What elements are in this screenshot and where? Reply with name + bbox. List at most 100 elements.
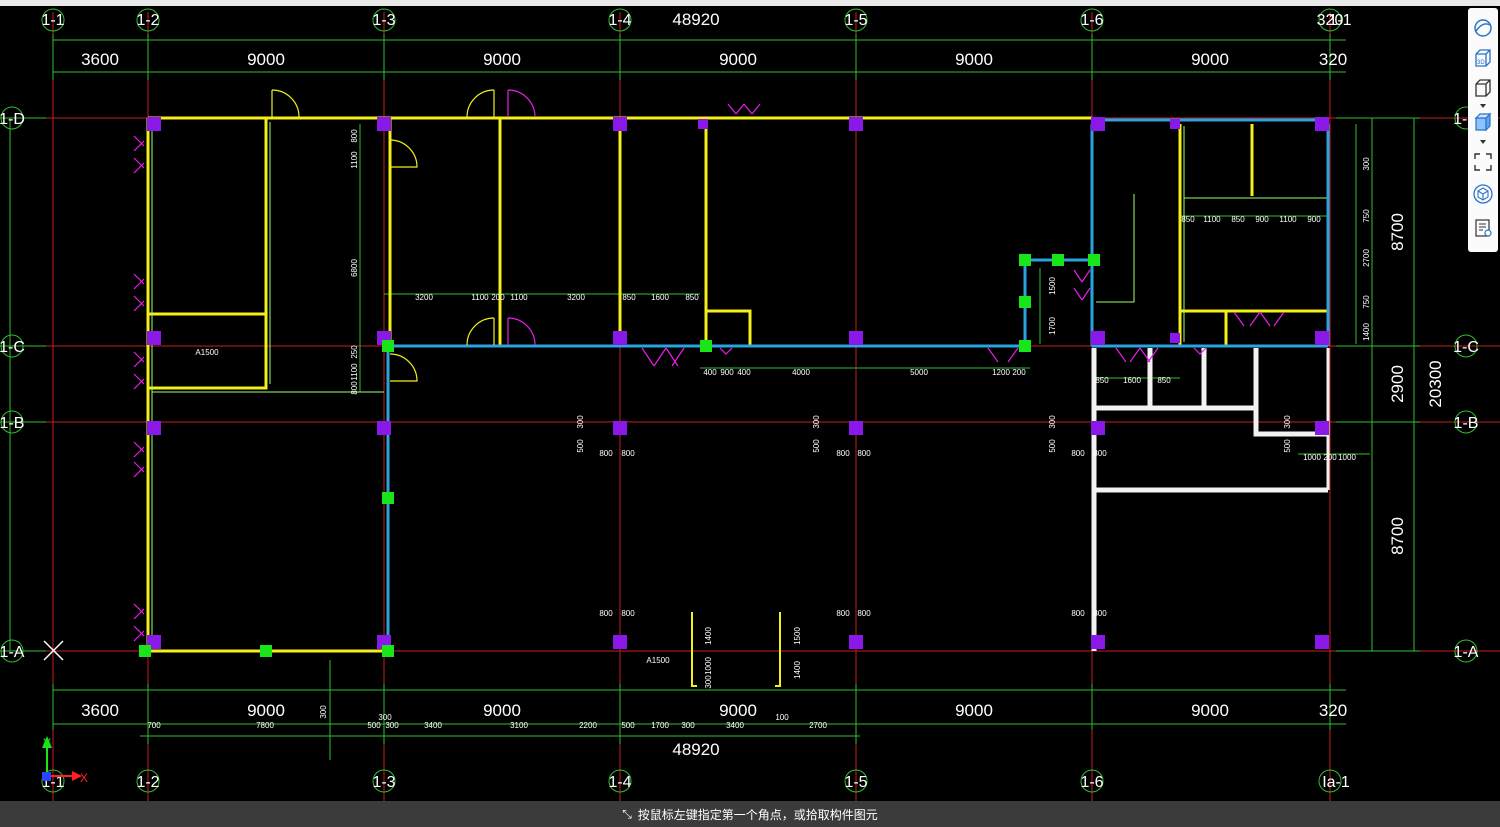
column-marker[interactable]	[1091, 331, 1105, 345]
column-marker[interactable]	[1315, 421, 1329, 435]
wall-node[interactable]	[139, 645, 151, 657]
3d-label: 3D	[1477, 60, 1485, 66]
wall-node[interactable]	[1088, 254, 1100, 266]
dim-text: 850	[685, 293, 699, 302]
axis-left-label: 1-D	[0, 111, 25, 128]
wall-node[interactable]	[260, 645, 272, 657]
column-marker[interactable]	[1315, 331, 1329, 345]
wall-node[interactable]	[700, 340, 712, 352]
cad-drawing-canvas[interactable]: 1-1 1-2 1-3 1-4 1-5 1-6 320 1-1 48920 36…	[0, 6, 1500, 801]
axis-bottom-label: 1-5	[844, 774, 867, 791]
3d-view-button[interactable]: 3D	[1471, 46, 1495, 70]
column-marker[interactable]	[377, 421, 391, 435]
dim-text: 200	[491, 293, 505, 302]
column-marker[interactable]	[613, 635, 627, 649]
dim-text: 2200	[579, 721, 597, 730]
dim-text: 850	[622, 293, 636, 302]
status-prompt-text: 按鼠标左键指定第一个角点，或拾取构件图元	[637, 807, 878, 822]
wall-node[interactable]	[1019, 254, 1031, 266]
chevron-down-icon[interactable]	[1480, 104, 1486, 108]
right-total: 20300	[1426, 360, 1445, 407]
column-marker[interactable]	[849, 331, 863, 345]
chevron-down-icon[interactable]	[1480, 140, 1486, 144]
dim-text: 800	[350, 381, 359, 395]
walls[interactable]	[146, 116, 1330, 687]
ucs-icon: Y X	[42, 736, 88, 785]
dim-text: 1000	[1303, 453, 1321, 462]
view-toolbar: 3D	[1468, 8, 1498, 252]
wall-node[interactable]	[1019, 296, 1031, 308]
axis-top-label: 1-4	[608, 12, 631, 29]
column-marker[interactable]	[1170, 333, 1180, 343]
dim-text: 800	[1093, 609, 1107, 618]
right-span: 2900	[1388, 365, 1407, 403]
column-marker[interactable]	[1091, 117, 1105, 131]
wall-node[interactable]	[1052, 254, 1064, 266]
column-marker[interactable]	[613, 331, 627, 345]
column-marker[interactable]	[849, 635, 863, 649]
properties-button[interactable]	[1471, 216, 1495, 240]
ucs-y-label: Y	[43, 736, 51, 750]
top-span: 9000	[955, 50, 993, 69]
dim-text: 4000	[792, 368, 810, 377]
dim-text: 300	[385, 721, 399, 730]
column-marker[interactable]	[1170, 119, 1180, 129]
dim-text: 800	[857, 449, 871, 458]
top-span: 9000	[719, 50, 757, 69]
column-marker[interactable]	[147, 117, 161, 131]
column-marker[interactable]	[1315, 635, 1329, 649]
column-marker[interactable]	[147, 331, 161, 345]
dim-text: 6800	[350, 259, 359, 277]
window-tag: A1500	[195, 348, 219, 357]
axis-top-label: 1-5	[844, 12, 867, 29]
dim-text: 1000	[1338, 453, 1356, 462]
doors[interactable]	[133, 89, 1285, 642]
column-marker[interactable]	[698, 119, 708, 129]
status-bar: ⤡ 按鼠标左键指定第一个角点，或拾取构件图元	[0, 801, 1500, 827]
top-span-labels: 3600 9000 9000 9000 9000 9000 320	[81, 50, 1347, 69]
bottom-axis-labels: 1-1 1-2 1-3 1-4 1-5 1-6 Ia-1	[41, 774, 1349, 791]
shaded-view-button[interactable]	[1471, 110, 1495, 134]
axis-top-label: 1-2	[136, 12, 159, 29]
dim-text: 900	[720, 368, 734, 377]
dim-text: 1100	[510, 293, 528, 302]
dim-text: 1700	[651, 721, 669, 730]
wall-node[interactable]	[382, 492, 394, 504]
bottom-span: 320	[1319, 701, 1347, 720]
bottom-span: 9000	[483, 701, 521, 720]
dim-text: 750	[1362, 209, 1371, 223]
dim-text: 1000	[704, 657, 713, 675]
column-marker[interactable]	[849, 117, 863, 131]
wall-node[interactable]	[382, 340, 394, 352]
cad-viewport[interactable]: 1-1 1-2 1-3 1-4 1-5 1-6 320 1-1 48920 36…	[0, 6, 1500, 801]
column-marker[interactable]	[147, 421, 161, 435]
dim-text: 500	[621, 721, 635, 730]
shaded-cube-icon	[1474, 112, 1492, 132]
column-marker[interactable]	[613, 421, 627, 435]
isolate-button[interactable]	[1471, 182, 1495, 206]
column-marker[interactable]	[1315, 117, 1329, 131]
wall-node[interactable]	[382, 645, 394, 657]
dim-text: 1700	[1048, 317, 1057, 335]
orbit-button[interactable]	[1471, 16, 1495, 40]
column-marker[interactable]	[613, 117, 627, 131]
properties-list-icon	[1475, 219, 1492, 237]
bottom-span: 9000	[247, 701, 285, 720]
dim-text: 300	[681, 721, 695, 730]
dim-text: 300	[812, 415, 821, 429]
dim-text: 800	[621, 449, 635, 458]
dim-text: 400	[737, 368, 751, 377]
dim-text: 3400	[424, 721, 442, 730]
column-marker[interactable]	[377, 117, 391, 131]
dim-text: 300	[319, 705, 328, 719]
view-cube-button[interactable]	[1471, 76, 1495, 100]
dim-text: 1200	[992, 368, 1010, 377]
column-marker[interactable]	[849, 421, 863, 435]
column-marker[interactable]	[1091, 635, 1105, 649]
dim-text: 850	[1095, 376, 1109, 385]
wall-node[interactable]	[1019, 340, 1031, 352]
total-width-label: 48920	[672, 10, 719, 29]
column-marker[interactable]	[1091, 421, 1105, 435]
zoom-extents-button[interactable]	[1471, 150, 1495, 174]
dim-text: 300	[1048, 415, 1057, 429]
